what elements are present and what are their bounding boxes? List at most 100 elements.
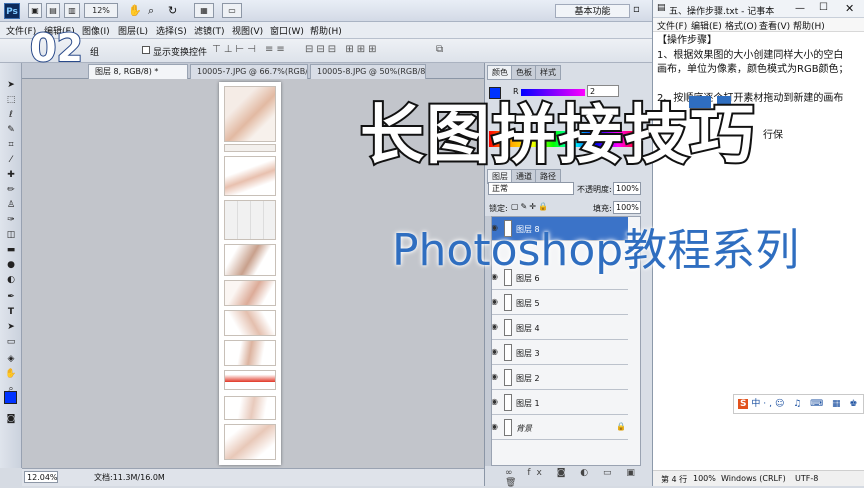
quick-mask-icon[interactable]: ◙ [4,413,18,426]
tab-doc-8[interactable]: 10005-8.JPG @ 50%(RGB/8#) [310,64,426,79]
layer-name: 图层 2 [516,374,540,383]
screen-mode-icon[interactable]: ▭ [222,3,242,18]
gradient-tool-icon[interactable]: ▬ [4,244,18,257]
dodge-tool-icon[interactable]: ◐ [4,274,18,287]
close-icon[interactable]: ✕ [845,2,854,15]
np-menu-file[interactable]: 文件(F) [657,19,687,32]
layer-footer-icons[interactable]: ∞ fx ◙ ◐ ▭ ▣ 🗑 [505,468,652,488]
layer-name: 图层 3 [516,349,540,358]
zoom-select[interactable]: 12% [84,3,118,18]
zoom-tool-icon[interactable]: ⌕ [148,4,154,18]
menu-select[interactable]: 选择(S) [156,24,187,37]
menu-layer[interactable]: 图层(L) [118,24,148,37]
cursor-position: 第 4 行 [661,475,688,484]
history-brush-icon[interactable]: ✑ [4,214,18,227]
ime-logo-icon: S [738,399,749,409]
product-image-1 [224,86,276,142]
layer-row[interactable]: ◉ 图层 5 [488,291,628,315]
status-bar: 12.04% 文档:11.3M/16.0M [22,468,484,486]
eye-icon[interactable]: ◉ [491,348,501,356]
transform-label: 显示变换控件 [153,48,208,58]
menu-filter[interactable]: 滤镜(T) [194,24,225,37]
maximize-icon[interactable]: ☐ [819,2,828,13]
eye-icon[interactable]: ◉ [491,298,501,306]
crop-tool-icon[interactable]: ⌗ [4,139,18,152]
zoom-field[interactable]: 12.04% [24,471,58,483]
encoding: UTF-8 [795,474,819,483]
minimize-icon[interactable]: — [795,3,805,14]
transform-checkbox[interactable] [142,46,150,54]
blur-tool-icon[interactable]: ● [4,259,18,272]
menu-image[interactable]: 图像(I) [82,24,110,37]
layer-row[interactable]: ◉ 背景 🔒 [488,416,628,440]
fill-label: 填充: [593,204,612,213]
tab-color[interactable]: 颜色 [487,65,513,80]
hand-icon[interactable]: ✋ [128,4,142,17]
bridge-icon[interactable]: ▣ [28,3,42,18]
product-image-5 [224,310,276,336]
brush-tool-icon[interactable]: ✏ [4,184,18,197]
product-image-6 [224,340,276,366]
shape-tool-icon[interactable]: ▭ [4,336,18,349]
hand-tool-icon[interactable]: ✋ [4,368,18,381]
layer-row[interactable]: ◉ 图层 2 [488,366,628,390]
tab-swatches[interactable]: 色板 [511,65,537,80]
ime-toolbar[interactable]: S 中 ·,☺ ♫ ⌨ ▦ ♚ ▦ [733,394,864,414]
opacity-field[interactable]: 100% [613,182,641,195]
np-menu-format[interactable]: 格式(O) [725,19,757,32]
product-image-4 [224,280,276,306]
type-tool-icon[interactable]: T [4,306,18,319]
extras-icon[interactable]: ▥ [64,3,80,18]
quick-select-icon[interactable]: ✎ [4,124,18,137]
eye-icon[interactable]: ◉ [491,423,501,431]
workspace-select[interactable]: 基本功能 [555,4,630,18]
marquee-tool-icon[interactable]: ⬚ [4,94,18,107]
pen-tool-icon[interactable]: ✒ [4,291,18,304]
layer-row[interactable]: ◉ 图层 4 [488,316,628,340]
eye-icon[interactable]: ◉ [491,323,501,331]
stamp-tool-icon[interactable]: ♙ [4,199,18,212]
3d-tool-icon[interactable]: ◈ [4,353,18,366]
ime-mode[interactable]: 中 [751,399,760,409]
eyedropper-icon[interactable]: ⁄ [4,154,18,167]
partial-text: 行保 [763,130,783,141]
product-image-red [224,370,276,390]
product-image-2 [224,156,276,196]
lasso-tool-icon[interactable]: ℓ [4,109,18,122]
menu-view[interactable]: 视图(V) [232,24,263,37]
align-icons[interactable]: ⊤⊥⊢⊣ ≡≡ [212,44,288,55]
eye-icon[interactable]: ◉ [491,373,501,381]
document-canvas[interactable] [219,82,281,465]
window-controls-icon[interactable]: ▫ [633,4,640,15]
ime-icons[interactable]: ·,☺ ♫ ⌨ ▦ ♚ ▦ [763,399,863,409]
eraser-tool-icon[interactable]: ◫ [4,229,18,242]
path-select-icon[interactable]: ➤ [4,321,18,334]
distribute-icons[interactable]: ⊟⊟⊟ ⊞⊞⊞ [305,44,379,55]
np-menu-view[interactable]: 查看(V) [759,19,790,32]
arrange-icon[interactable]: ▦ [194,3,214,18]
text-line: 【操作步骤】 [657,35,717,46]
menu-window[interactable]: 窗口(W) [270,24,304,37]
opacity-label: 不透明度: [577,185,612,194]
foreground-color-swatch[interactable] [4,391,17,404]
auto-select-group[interactable]: 组 [90,45,99,58]
minibridge-icon[interactable]: ▤ [46,3,60,18]
blend-mode-select[interactable]: 正常 [488,182,574,195]
auto-align-icon[interactable]: ⧉ [436,44,443,55]
layer-row[interactable]: ◉ 图层 3 [488,341,628,365]
move-tool-icon[interactable]: ➤ [4,79,18,92]
menu-help[interactable]: 帮助(H) [310,24,342,37]
fill-field[interactable]: 100% [613,201,641,214]
np-menu-edit[interactable]: 编辑(E) [691,19,722,32]
lock-icons[interactable]: ▢✎✛🔒 [511,202,550,211]
tab-styles[interactable]: 样式 [535,65,561,80]
layer-row[interactable]: ◉ 图层 1 [488,391,628,415]
healing-tool-icon[interactable]: ✚ [4,169,18,182]
tab-active-doc[interactable]: 图层 8, RGB/8) * [88,64,188,79]
layer-thumbnail [504,319,512,336]
eye-icon[interactable]: ◉ [491,398,501,406]
tab-doc-7[interactable]: 10005-7.JPG @ 66.7%(RGB/8#) [190,64,308,79]
rotate-icon[interactable]: ↻ [168,4,177,17]
product-image-7 [224,396,276,420]
np-menu-help[interactable]: 帮助(H) [793,19,825,32]
